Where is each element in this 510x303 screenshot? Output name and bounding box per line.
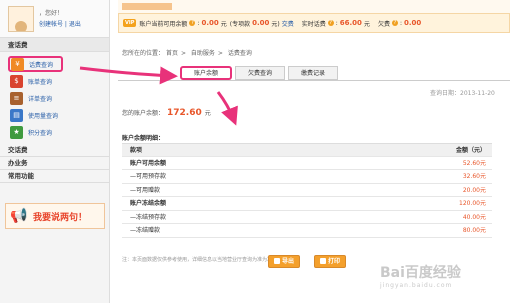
breadcrumb-self-service[interactable]: 自助服务: [191, 50, 215, 57]
balance-detail-table: 款项 金额（元） 账户可用余额 52.60元 —可用预存款 32.60元 —可用赠款 20…: [122, 143, 492, 238]
table-row: 账户可用余额 52.60元: [122, 157, 492, 170]
table-row: 账户冻结余额 120.00元: [122, 197, 492, 211]
user-greeting: ，您好！: [39, 9, 64, 17]
table-row: —冻结赠款 80.00元: [122, 224, 492, 238]
tab-bar: 账户余额 欠费查询 缴费记录: [180, 66, 341, 80]
detail-title: 账户余额明细：: [122, 135, 165, 142]
points-icon: ★: [10, 125, 23, 139]
watermark-logo: Bai百度经验 jingyan.baidu.com: [380, 265, 461, 289]
export-icon: [274, 258, 280, 264]
table-header: 款项 金额（元）: [122, 143, 492, 157]
tab-arrears[interactable]: 欠费查询: [235, 66, 286, 80]
sidebar-item-statement[interactable]: $ 账单查询: [10, 73, 109, 89]
user-box: ，您好！ 创建帐号 | 退出: [0, 0, 109, 38]
usage-icon: ▤: [10, 108, 23, 122]
pay-link[interactable]: 交费: [282, 19, 294, 28]
user-links[interactable]: 创建帐号 | 退出: [39, 19, 81, 30]
arrow-to-balance: [216, 91, 238, 126]
sidebar-menu: ¥ 话费查询 $ 账单查询 ≡ 详单查询 ▤ 使用量查询 ★ 积分查询: [0, 52, 109, 144]
available-balance: 0.00: [201, 19, 219, 27]
bill-icon: $: [10, 74, 23, 88]
sidebar-item-points[interactable]: ★ 积分查询: [10, 124, 109, 140]
table-row: —可用赠款 20.00元: [122, 184, 492, 197]
tab-account-balance[interactable]: 账户余额: [180, 66, 233, 80]
help-icon[interactable]: ?: [391, 20, 398, 26]
sidebar-item-bill-query[interactable]: ¥ 话费查询: [8, 56, 63, 72]
vip-badge: VIP: [123, 19, 137, 27]
avatar: [8, 5, 34, 32]
sidebar-item-usage[interactable]: ▤ 使用量查询: [10, 107, 109, 123]
breadcrumb-home[interactable]: 首页: [166, 50, 178, 57]
realtime-fee: 66.00: [339, 19, 362, 27]
print-icon: [320, 258, 326, 264]
detail-list-icon: ≡: [10, 91, 23, 105]
query-date: 查询日期：2013-11-20: [430, 90, 495, 97]
balance-bar: VIP 账户当前可用余额 ?: 0.00 元 (专项款 0.00 元) 交费 实…: [118, 13, 510, 33]
sidebar-item-detail[interactable]: ≡ 详单查询: [10, 90, 109, 106]
sidebar-section-pay[interactable]: 交话费: [0, 144, 109, 157]
balance-value: 172.60: [167, 108, 202, 118]
top-strip: [118, 0, 510, 13]
account-balance: 您的账户余额： 172.60 元: [122, 108, 211, 118]
footnote: 注：本页面数据仅供参考使用，详细信息以当地营业厅查询为准为准。: [122, 257, 278, 263]
sidebar-section-common[interactable]: 常用功能: [0, 170, 109, 183]
sidebar-section-business[interactable]: 办业务: [0, 157, 109, 170]
export-button[interactable]: 导出: [268, 255, 301, 268]
special-balance: 0.00: [252, 19, 270, 27]
megaphone-icon: 📢: [10, 208, 28, 224]
phone-bill-icon: ¥: [11, 57, 24, 71]
table-row: —可用预存款 32.60元: [122, 170, 492, 184]
owe-amount: 0.00: [404, 19, 422, 27]
tab-payment-records[interactable]: 缴费记录: [288, 66, 339, 80]
breadcrumb-current: 话费查询: [227, 50, 252, 57]
sidebar-section-bill[interactable]: 查话费: [0, 38, 109, 52]
table-row: —冻结预存款 40.00元: [122, 211, 492, 224]
sidebar: ，您好！ 创建帐号 | 退出 查话费 ¥ 话费查询 $ 账单查询 ≡ 详单查询 …: [0, 0, 110, 303]
help-icon[interactable]: ?: [327, 20, 334, 26]
help-icon[interactable]: ?: [189, 20, 196, 26]
feedback-banner[interactable]: 📢 我要说两句！: [5, 203, 105, 229]
print-button[interactable]: 打印: [314, 255, 347, 268]
breadcrumb: 您所在的位置： 首页 > 自助服务 > 话费查询: [122, 50, 252, 57]
